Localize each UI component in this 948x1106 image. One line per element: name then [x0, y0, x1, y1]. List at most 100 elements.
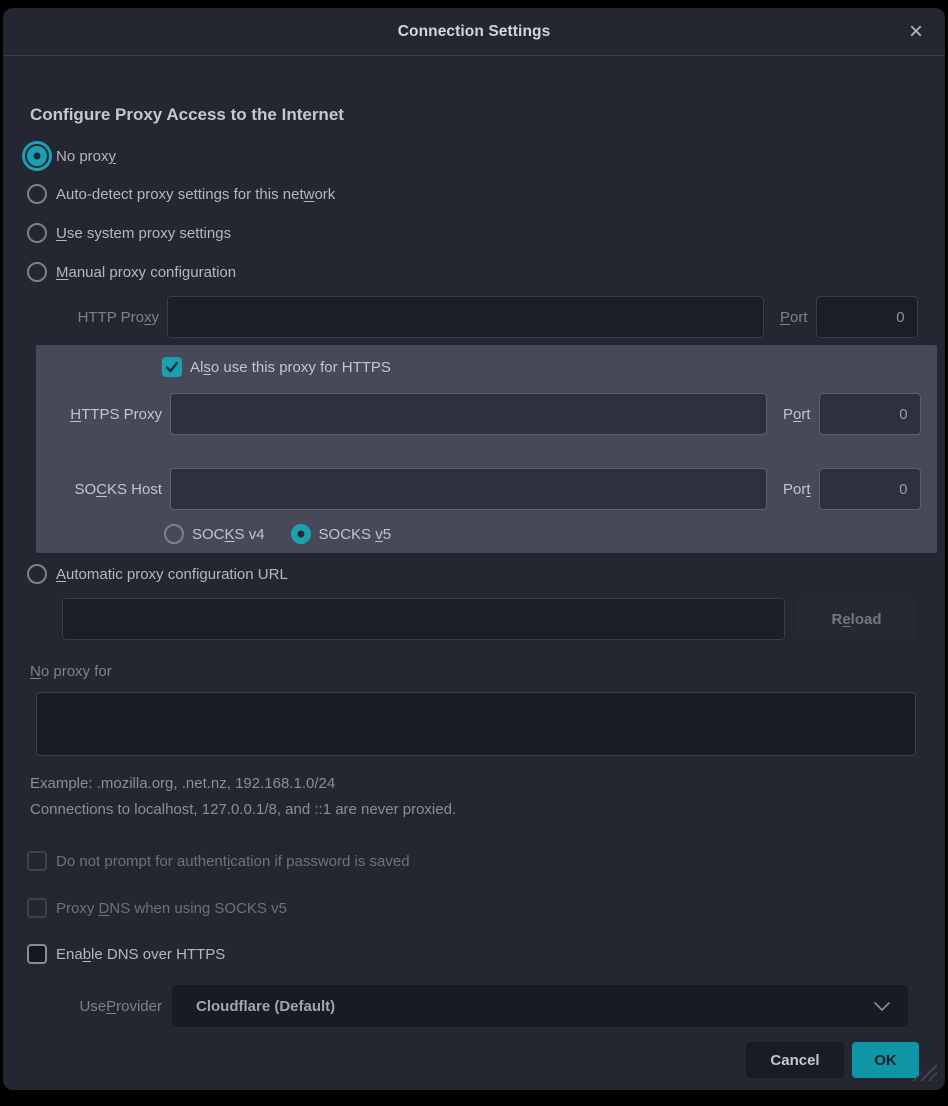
radio-socks-v5[interactable]: [291, 524, 311, 544]
label-pre: No prox: [56, 148, 109, 165]
dialog-title: Connection Settings: [3, 8, 945, 55]
no-proxy-for-label: No proxy for: [30, 663, 112, 680]
page-title: Configure Proxy Access to the Internet: [30, 105, 344, 125]
http-proxy-label: HTTP Proxy: [27, 309, 159, 326]
label-key: y: [109, 148, 117, 165]
chevron-down-icon: [874, 1002, 890, 1011]
label-post: load: [851, 611, 882, 628]
radio-option-system-proxy[interactable]: Use system proxy settings: [27, 219, 231, 247]
no-prompt-auth-checkbox[interactable]: [27, 851, 47, 871]
label-pre: R: [831, 611, 842, 628]
label-key: H: [70, 406, 81, 423]
label-post: cation if password is saved: [230, 853, 409, 870]
close-icon: ×: [909, 18, 923, 46]
reload-button[interactable]: Reload: [797, 598, 916, 640]
label-post: le DNS over HTTPS: [91, 946, 225, 963]
label-pre: HTTP Pro: [78, 309, 144, 326]
label-key: C: [96, 481, 107, 498]
no-proxy-for-textarea[interactable]: [36, 692, 916, 756]
label-pre: SOC: [192, 526, 225, 543]
socks-port-label: Port: [783, 481, 811, 498]
https-port-input[interactable]: [819, 393, 921, 435]
label-post: se system proxy settings: [67, 225, 231, 242]
cancel-button[interactable]: Cancel: [746, 1042, 844, 1078]
https-port-label: Port: [783, 406, 811, 423]
http-proxy-input[interactable]: [167, 296, 764, 338]
provider-dropdown[interactable]: Cloudflare (Default): [172, 985, 908, 1027]
label-pre: Auto-detect proxy settings for this net: [56, 186, 304, 203]
checkbox-row-proxy-dns[interactable]: Proxy DNS when using SOCKS v5: [27, 896, 287, 920]
radio-label-manual-proxy: Manual proxy configuration: [56, 264, 236, 281]
label-key: N: [30, 663, 41, 680]
label-post: ork: [314, 186, 335, 203]
https-proxy-input[interactable]: [170, 393, 767, 435]
socks-v5-label: SOCKS v5: [319, 526, 392, 543]
checkmark-icon: [165, 361, 179, 373]
label-key: s: [203, 359, 211, 376]
ok-button[interactable]: OK: [852, 1042, 919, 1078]
radio-auto-url[interactable]: [27, 564, 47, 584]
radio-label-system-proxy: Use system proxy settings: [56, 225, 231, 242]
socks-host-input[interactable]: [170, 468, 767, 510]
label-key: e: [842, 611, 850, 628]
socks-version-row: SOCKS v4 SOCKS v5: [164, 522, 391, 546]
dns-over-https-checkbox[interactable]: [27, 944, 47, 964]
label-post: 5: [383, 526, 391, 543]
proxy-dns-label: Proxy DNS when using SOCKS v5: [56, 900, 287, 917]
label-pre: Proxy: [56, 900, 99, 917]
checkbox-row-dns-over-https[interactable]: Enable DNS over HTTPS: [27, 942, 225, 966]
radio-socks-v4[interactable]: [164, 524, 184, 544]
label-pre: Use: [79, 998, 106, 1015]
radio-system-proxy[interactable]: [27, 223, 47, 243]
socks-v4-label: SOCKS v4: [192, 526, 265, 543]
label-post: rt: [801, 406, 810, 423]
label-pre: Ena: [56, 946, 83, 963]
auto-url-input[interactable]: [62, 598, 785, 640]
no-proxy-example-text: Example: .mozilla.org, .net.nz, 192.168.…: [30, 775, 335, 792]
https-proxy-label: HTTPS Proxy: [36, 406, 162, 423]
radio-label-auto-url: Automatic proxy configuration URL: [56, 566, 288, 583]
label-post: NS when using SOCKS v5: [109, 900, 287, 917]
also-https-label: Also use this proxy for HTTPS: [190, 359, 391, 376]
https-socks-highlight-section: Also use this proxy for HTTPS HTTPS Prox…: [36, 345, 937, 553]
radio-option-auto-detect[interactable]: Auto-detect proxy settings for this netw…: [27, 180, 335, 208]
radio-option-auto-url[interactable]: Automatic proxy configuration URL: [27, 560, 288, 588]
socks-port-input[interactable]: [819, 468, 921, 510]
radio-option-manual-proxy[interactable]: Manual proxy configuration: [27, 258, 236, 286]
label-key: U: [56, 225, 67, 242]
close-button[interactable]: ×: [905, 8, 927, 55]
label-pre: SO: [74, 481, 96, 498]
radio-label-no-proxy: No proxy: [56, 148, 116, 165]
label-post: o use this proxy for HTTPS: [211, 359, 391, 376]
label-post: rovider: [116, 998, 162, 1015]
radio-option-no-proxy[interactable]: No proxy: [27, 142, 116, 170]
localhost-note-text: Connections to localhost, 127.0.0.1/8, a…: [30, 801, 456, 818]
proxy-dns-checkbox[interactable]: [27, 898, 47, 918]
label-key: A: [56, 566, 66, 583]
socks-host-label: SOCKS Host: [36, 481, 162, 498]
label-post: utomatic proxy configuration URL: [66, 566, 288, 583]
label-pre: P: [783, 406, 793, 423]
http-port-input[interactable]: [816, 296, 918, 338]
radio-auto-detect[interactable]: [27, 184, 47, 204]
label-key: K: [225, 526, 235, 543]
dns-over-https-label: Enable DNS over HTTPS: [56, 946, 225, 963]
label-post: S v4: [235, 526, 265, 543]
label-post: anual proxy configuration: [69, 264, 237, 281]
label-key: P: [106, 998, 116, 1015]
label-post: TTPS Proxy: [81, 406, 162, 423]
label-key: v: [375, 526, 383, 543]
label-key: b: [83, 946, 91, 963]
label-pre: Por: [783, 481, 806, 498]
http-proxy-row: HTTP Proxy Port: [27, 296, 916, 338]
http-port-label: Port: [780, 309, 808, 326]
socks-host-row: SOCKS Host Port: [36, 468, 916, 510]
checkbox-row-no-prompt-auth[interactable]: Do not prompt for authentication if pass…: [27, 849, 410, 873]
radio-no-proxy[interactable]: [27, 146, 47, 166]
label-key: P: [780, 309, 790, 326]
dialog-titlebar: Connection Settings ×: [3, 8, 945, 56]
radio-label-auto-detect: Auto-detect proxy settings for this netw…: [56, 186, 335, 203]
also-https-checkbox-row[interactable]: Also use this proxy for HTTPS: [162, 355, 391, 379]
also-https-checkbox[interactable]: [162, 357, 182, 377]
radio-manual-proxy[interactable]: [27, 262, 47, 282]
